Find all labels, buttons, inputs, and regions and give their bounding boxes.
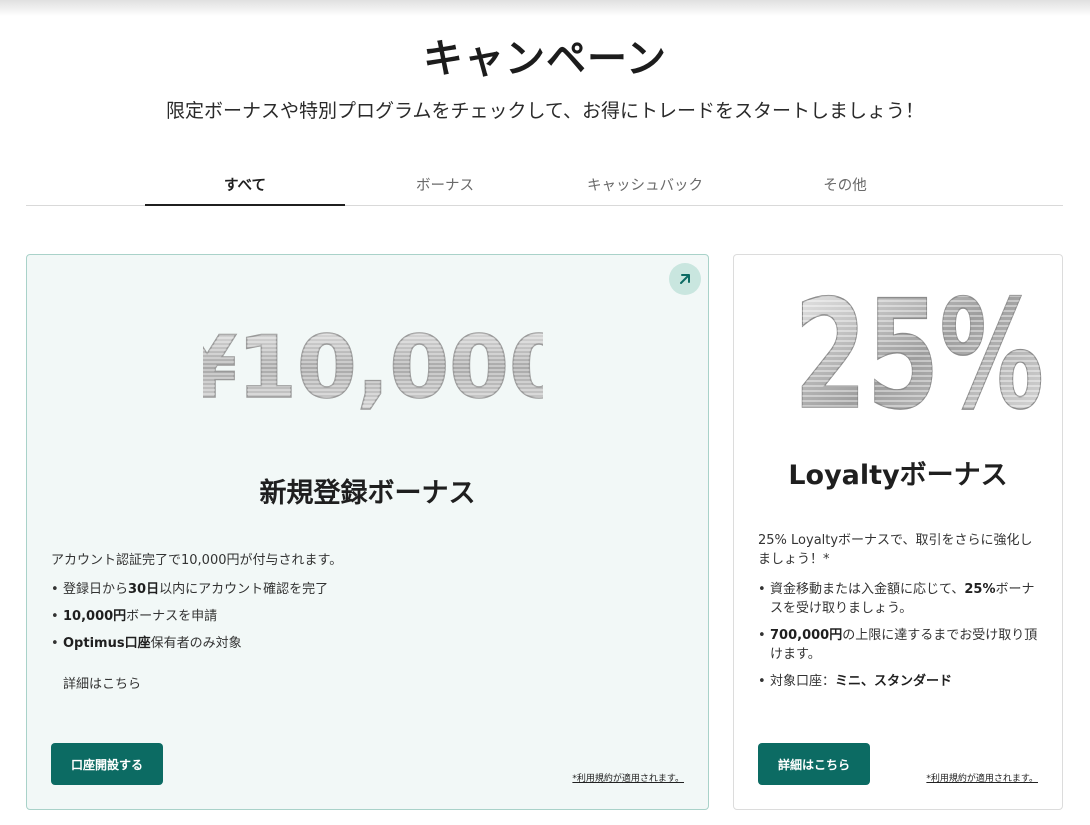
loyalty-bonus-card: 25% 25% Loyaltyボーナス 25% Loyaltyボーナスで、取引を… xyxy=(733,254,1063,810)
tab-cashback[interactable]: キャッシュバック xyxy=(545,166,745,206)
details-link[interactable]: 詳細はこちら xyxy=(63,673,141,692)
card-points: 資金移動または入金額に応じて、25%ボーナスを受け取りましょう。 700,000… xyxy=(758,580,1040,699)
hero-percent-shine: 25% xyxy=(794,285,1044,415)
hero-amount-shine: ¥10,000 xyxy=(203,318,543,418)
card-points: 登録日から30日以内にアカウント確認を完了 10,000円ボーナスを申請 Opt… xyxy=(51,580,671,661)
hero-amount-graphic: ¥10,000 ¥10,000 xyxy=(203,317,543,419)
tab-all[interactable]: すべて xyxy=(145,166,345,206)
list-item: 登録日から30日以内にアカウント確認を完了 xyxy=(51,580,671,599)
card-intro: 25% Loyaltyボーナスで、取引をさらに強化しましょう！* xyxy=(758,533,1033,567)
list-item: 10,000円ボーナスを申請 xyxy=(51,607,671,626)
card-title: 新規登録ボーナス xyxy=(259,478,476,509)
hero-percent-graphic: 25% 25% xyxy=(793,285,1044,415)
tab-bonus[interactable]: ボーナス xyxy=(345,166,545,206)
top-shadow xyxy=(0,0,1090,16)
details-button[interactable]: 詳細はこちら xyxy=(758,743,870,785)
arrow-up-right-icon[interactable] xyxy=(669,263,701,295)
signup-bonus-card: ¥10,000 ¥10,000 新規登録ボーナス アカウント認証完了で10,00… xyxy=(26,254,709,810)
tab-other[interactable]: その他 xyxy=(745,166,945,206)
card-intro: アカウント認証完了で10,000円が付与されます。 xyxy=(51,553,343,568)
list-item: 資金移動または入金額に応じて、25%ボーナスを受け取りましょう。 xyxy=(758,580,1040,618)
card-title: Loyaltyボーナス xyxy=(788,460,1008,491)
list-item: 700,000円の上限に達するまでお受け取り頂けます。 xyxy=(758,626,1040,664)
open-account-button[interactable]: 口座開設する xyxy=(51,743,163,785)
campaign-tabs: すべて ボーナス キャッシュバック その他 xyxy=(26,166,1063,206)
list-item: Optimus口座保有者のみ対象 xyxy=(51,634,671,653)
terms-link[interactable]: *利用規約が適用されます。 xyxy=(926,771,1038,784)
terms-link[interactable]: *利用規約が適用されます。 xyxy=(572,771,684,784)
page-subtitle: 限定ボーナスや特別プログラムをチェックして、お得にトレードをスタートしましょう！ xyxy=(166,100,924,122)
page-title: キャンペーン xyxy=(423,36,667,82)
list-item: 対象口座：ミニ、スタンダード xyxy=(758,672,1040,691)
